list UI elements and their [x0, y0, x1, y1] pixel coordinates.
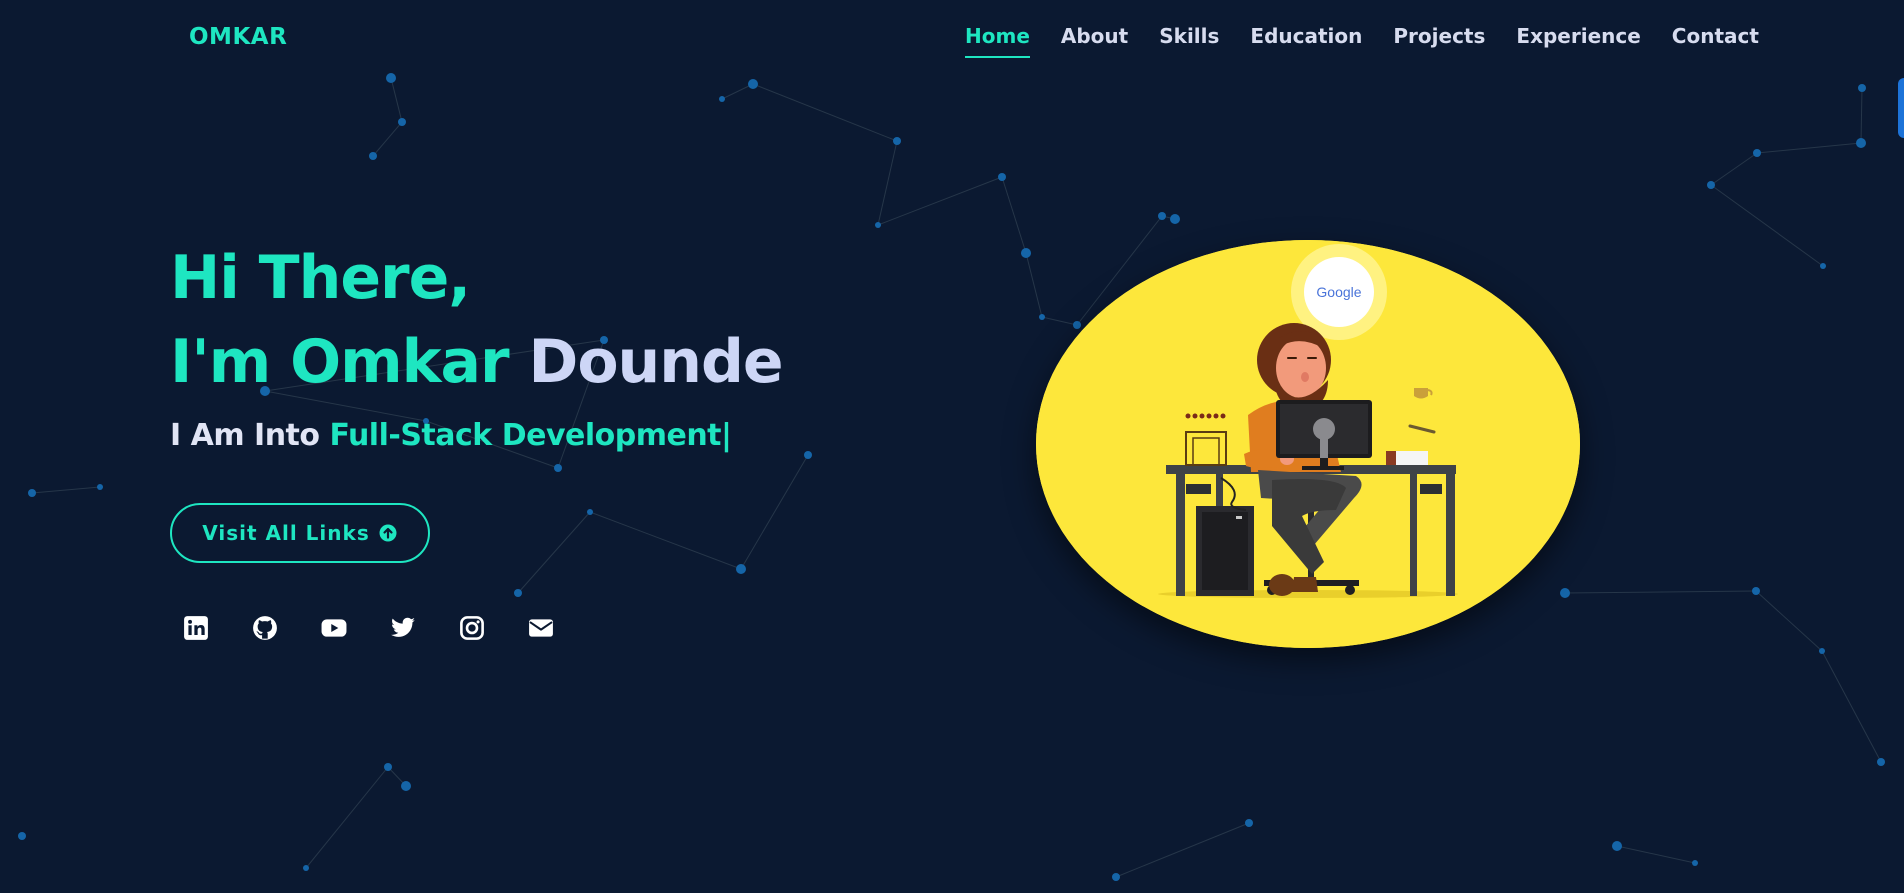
particle-link [1025, 252, 1043, 318]
visit-all-links-button[interactable]: Visit All Links [170, 503, 430, 563]
particle-dot [736, 564, 746, 574]
particle-link [372, 121, 403, 157]
particle-dot [398, 118, 406, 126]
particle-dot [1158, 212, 1166, 220]
particle-dot [719, 96, 725, 102]
arrow-up-circle-icon [379, 524, 397, 542]
particle-link [390, 77, 403, 123]
particle-dot [1021, 248, 1031, 258]
nav-contact[interactable]: Contact [1672, 24, 1759, 58]
particle-dot [748, 79, 758, 89]
particle-dot [1877, 758, 1885, 766]
developer-at-desk-illustration: Google [1036, 240, 1580, 648]
particle-link [877, 140, 898, 226]
particle-dot [1612, 841, 1622, 851]
first-name: Omkar [290, 327, 510, 397]
particle-link [1616, 845, 1696, 864]
github-icon[interactable] [252, 615, 278, 641]
particle-link [1115, 822, 1250, 878]
particle-dot [1692, 860, 1698, 866]
particle-link [877, 176, 1003, 226]
site-logo[interactable]: OMKAR [189, 24, 287, 50]
particle-dot [1073, 321, 1081, 329]
particle-dot [1039, 314, 1045, 320]
hero-text: Hi There, I'm Omkar Dounde I Am Into Ful… [170, 236, 784, 453]
intro-prefix: I'm [170, 327, 271, 397]
particle-link [517, 511, 591, 594]
particle-dot [28, 489, 36, 497]
particle-dot [1856, 138, 1866, 148]
particle-dot [554, 464, 562, 472]
particle-dot [875, 222, 881, 228]
particle-link [1710, 152, 1758, 186]
particle-link [589, 511, 742, 570]
particle-dot [804, 451, 812, 459]
particle-dot [998, 173, 1006, 181]
particle-dot [1245, 819, 1253, 827]
particle-dot [1819, 648, 1825, 654]
linkedin-icon[interactable] [183, 615, 209, 641]
nav-projects[interactable]: Projects [1393, 24, 1485, 58]
particle-link [1001, 176, 1027, 254]
particle-link [1860, 87, 1863, 144]
tagline-highlight: Full-Stack Development [329, 418, 722, 453]
twitter-icon[interactable] [390, 615, 416, 641]
particle-link [31, 486, 101, 494]
particle-link [1710, 184, 1824, 267]
particle-dot [1707, 181, 1715, 189]
last-name: Dounde [528, 327, 784, 397]
particle-dot [1560, 588, 1570, 598]
youtube-icon[interactable] [321, 615, 347, 641]
particle-link [1041, 316, 1078, 326]
particle-dot [1820, 263, 1826, 269]
particle-link [752, 83, 898, 142]
particle-link [1756, 142, 1862, 154]
hero-illustration: Google [1036, 240, 1580, 648]
particle-dot [514, 589, 522, 597]
nav-about[interactable]: About [1061, 24, 1128, 58]
particle-dot [893, 137, 901, 145]
nav-experience[interactable]: Experience [1516, 24, 1640, 58]
greeting-text: Hi There, [170, 243, 471, 313]
side-scroll-tab[interactable] [1898, 78, 1904, 138]
particle-link [1821, 650, 1882, 763]
tagline-prefix: I Am Into [170, 418, 320, 453]
particle-dot [18, 832, 26, 840]
particle-dot [369, 152, 377, 160]
particle-dot [386, 73, 396, 83]
particle-dot [1752, 587, 1760, 595]
nav-home[interactable]: Home [965, 24, 1030, 58]
particle-dot [401, 781, 411, 791]
particle-link [305, 766, 389, 869]
particle-dot [97, 484, 103, 490]
particle-dot [1170, 214, 1180, 224]
particle-link [740, 454, 809, 570]
particle-dot [1112, 873, 1120, 881]
main-nav: Home About Skills Education Projects Exp… [965, 24, 1759, 58]
social-links [183, 615, 554, 641]
bubble-text: Google [1316, 284, 1361, 300]
particle-dot [384, 763, 392, 771]
particle-dot [1858, 84, 1866, 92]
particle-dot [303, 865, 309, 871]
particle-dot [587, 509, 593, 515]
hero-heading: Hi There, I'm Omkar Dounde [170, 236, 784, 404]
hero-tagline: I Am Into Full-Stack Development| [170, 418, 783, 453]
nav-education[interactable]: Education [1250, 24, 1362, 58]
instagram-icon[interactable] [459, 615, 485, 641]
particle-dot [1753, 149, 1761, 157]
envelope-icon[interactable] [528, 615, 554, 641]
particle-link [1564, 590, 1757, 594]
particle-link [721, 83, 754, 100]
nav-skills[interactable]: Skills [1159, 24, 1219, 58]
particle-link [1755, 590, 1823, 652]
typing-cursor: | [721, 418, 732, 453]
cta-label: Visit All Links [202, 521, 370, 545]
